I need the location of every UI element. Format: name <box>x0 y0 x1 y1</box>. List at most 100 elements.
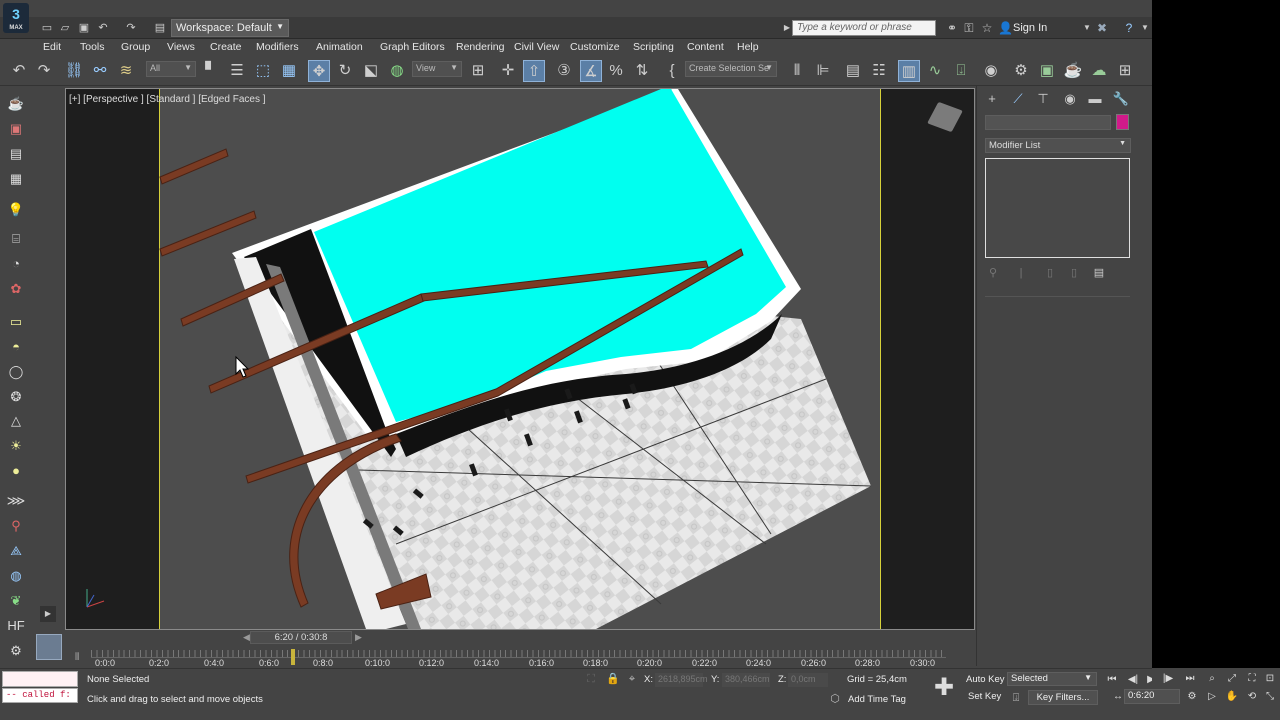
select-and-place-icon[interactable]: ◍ <box>386 60 408 82</box>
display-tab-icon[interactable]: ▬ <box>1086 90 1104 108</box>
key-mode-dropdown[interactable]: Selected ▼ <box>1007 672 1097 686</box>
chevron-down-icon[interactable]: ▼ <box>1080 21 1094 35</box>
window-crossing-icon[interactable]: ▦ <box>278 60 300 82</box>
hierarchy-tab-icon[interactable]: ⊤ <box>1034 90 1052 108</box>
time-cursor[interactable] <box>291 649 295 665</box>
pivot-center-icon[interactable]: ⊞ <box>467 60 489 82</box>
current-frame-field[interactable]: 0:6:20 <box>1124 689 1180 704</box>
pan-view-icon[interactable]: ✋ <box>1224 690 1240 704</box>
grid-icon[interactable]: ▦ <box>6 169 26 189</box>
zoom-icon[interactable]: ⌕ <box>1204 672 1220 686</box>
rendered-frame-window-icon[interactable]: ▣ <box>1036 60 1058 82</box>
select-object-icon[interactable]: ▘ <box>200 60 222 82</box>
save-file-icon[interactable]: ▣ <box>77 21 91 35</box>
angle-snap-icon[interactable]: ∡ <box>580 60 602 82</box>
help-icon[interactable]: ? <box>1122 21 1136 35</box>
y-coordinate-field[interactable]: 380,466cm <box>722 673 770 687</box>
binoculars-icon[interactable]: ⚭ <box>945 21 959 35</box>
ball-icon[interactable]: ● <box>6 461 26 481</box>
set-key-button[interactable]: Set Key <box>968 691 1001 702</box>
menu-modifiers[interactable]: Modifiers <box>256 41 299 53</box>
hemisphere-icon[interactable]: ◓ <box>6 337 26 357</box>
curve-editor-icon[interactable]: ∿ <box>924 60 946 82</box>
named-selection-set-dropdown[interactable]: Create Selection Se ▼ <box>685 61 777 77</box>
select-and-scale-icon[interactable]: ⬕ <box>360 60 382 82</box>
bind-space-warp-icon[interactable]: ≋ <box>115 60 137 82</box>
min-max-toggle-icon[interactable]: ⤡ <box>1262 690 1278 704</box>
configure-modifier-sets-icon[interactable]: ▤ <box>1092 266 1106 280</box>
layer-explorer-icon[interactable]: ☷ <box>868 60 890 82</box>
object-name-field[interactable] <box>985 115 1111 130</box>
redo-icon[interactable]: ↷ <box>124 21 138 35</box>
ribbon-toggle-icon[interactable]: ▥ <box>898 60 920 82</box>
create-tab-icon[interactable]: + <box>983 90 1001 108</box>
geosphere-icon[interactable]: ❂ <box>6 387 26 407</box>
foliage-icon[interactable]: ❦ <box>6 591 26 611</box>
z-coordinate-field[interactable]: 0,0cm <box>788 673 828 687</box>
select-and-move-icon[interactable]: ✥ <box>308 60 330 82</box>
chevron-down-icon[interactable]: ▼ <box>1138 21 1152 35</box>
edit-named-selection-icon[interactable]: { <box>661 60 683 82</box>
x-coordinate-field[interactable]: 2618,895cm <box>655 673 708 687</box>
render-setup-icon[interactable]: ⚙ <box>1010 60 1032 82</box>
key-filter-icon[interactable]: ⍗ <box>1009 691 1023 705</box>
plane-icon[interactable]: ▭ <box>6 312 26 332</box>
rectangular-selection-icon[interactable]: ⬚ <box>252 60 274 82</box>
subscription-icon[interactable]: ⚿ <box>962 21 976 35</box>
selection-lock-icon[interactable]: 🔒 <box>606 672 620 686</box>
modify-tab-icon[interactable]: ⟋ <box>1009 90 1027 108</box>
menu-create[interactable]: Create <box>210 41 242 53</box>
favorites-star-icon[interactable]: ☆ <box>980 21 994 35</box>
snaps-toggle-icon[interactable]: ③ <box>553 60 575 82</box>
go-to-end-icon[interactable]: ⏭ <box>1182 672 1198 686</box>
go-to-start-icon[interactable]: ⏮ <box>1104 673 1120 687</box>
menu-graph-editors[interactable]: Graph Editors <box>380 41 445 53</box>
menu-civil-view[interactable]: Civil View <box>514 41 559 53</box>
spinner-snap-icon[interactable]: ⇅ <box>631 60 653 82</box>
particles-icon[interactable]: ✿ <box>6 279 26 299</box>
new-file-icon[interactable]: ▭ <box>40 21 54 35</box>
render-production-icon[interactable]: ☕ <box>1062 60 1084 82</box>
link-icon[interactable]: ⛓ <box>63 60 85 82</box>
box-icon[interactable]: ▣ <box>6 119 26 139</box>
field-of-view-icon[interactable]: ▷ <box>1204 690 1220 704</box>
select-manipulate-icon[interactable]: ✛ <box>497 60 519 82</box>
open-file-icon[interactable]: ▱ <box>58 21 72 35</box>
redo-icon[interactable]: ↷ <box>33 60 55 82</box>
hair-icon[interactable]: ⋙ <box>6 491 26 511</box>
auto-key-button[interactable]: Auto Key <box>966 674 1005 685</box>
maximize-viewport-icon[interactable]: ⊡ <box>1262 672 1278 686</box>
reference-coordinate-dropdown[interactable]: View ▼ <box>412 61 462 77</box>
undo-icon[interactable]: ↶ <box>96 21 110 35</box>
time-slider[interactable]: ◀ 6:20 / 0:30:8 ▶ <box>65 631 975 645</box>
key-filters-button[interactable]: Key Filters... <box>1028 690 1098 705</box>
utilities-tab-icon[interactable]: 🔧 <box>1112 90 1130 108</box>
cone-icon[interactable]: △ <box>6 411 26 431</box>
list-icon[interactable]: ▤ <box>6 144 26 164</box>
undo-icon[interactable]: ↶ <box>8 60 30 82</box>
add-time-tag-button[interactable]: Add Time Tag <box>848 694 906 705</box>
make-unique-icon[interactable]: ▯ <box>1043 266 1057 280</box>
select-by-name-icon[interactable]: ☰ <box>226 60 248 82</box>
search-input[interactable]: Type a keyword or phrase <box>792 20 936 36</box>
menu-animation[interactable]: Animation <box>316 41 363 53</box>
exchange-apps-icon[interactable]: ✖ <box>1095 21 1109 35</box>
user-icon[interactable]: 👤 <box>998 21 1013 35</box>
workspace-dropdown[interactable]: Workspace: Default ▼ <box>171 19 289 37</box>
dynamics-icon[interactable]: ⚲ <box>6 516 26 536</box>
project-folder-icon[interactable]: ▤ <box>153 21 167 35</box>
app-logo-button[interactable]: 3 MAX <box>3 3 29 33</box>
helper-icon[interactable]: ◔ <box>6 254 26 274</box>
schematic-view-icon[interactable]: ⍗ <box>950 60 972 82</box>
select-and-rotate-icon[interactable]: ↻ <box>334 60 356 82</box>
maxscript-listener-input[interactable] <box>2 671 78 687</box>
zoom-all-icon[interactable]: ⤢ <box>1224 672 1240 686</box>
percent-snap-icon[interactable]: % <box>605 60 627 82</box>
menu-group[interactable]: Group <box>121 41 150 53</box>
sphere-icon[interactable]: ◯ <box>6 362 26 382</box>
teapot-icon[interactable]: ☕ <box>6 94 26 114</box>
settings-icon[interactable]: ⚙ <box>6 641 26 661</box>
expand-viewport-icon[interactable]: ▶ <box>40 606 56 622</box>
zoom-extents-icon[interactable]: ⛶ <box>1244 672 1260 686</box>
mirror-icon[interactable]: ⫴ <box>786 60 808 82</box>
